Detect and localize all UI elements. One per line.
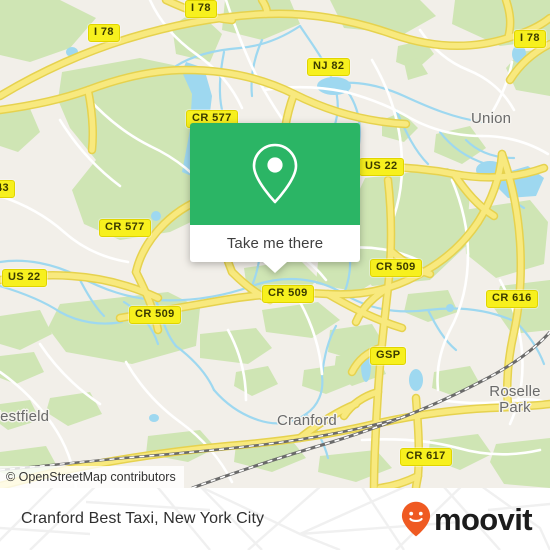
route-shield-i-78-left[interactable]: I 78 bbox=[88, 24, 120, 42]
route-shield-us-22-left[interactable]: US 22 bbox=[2, 269, 47, 287]
moovit-pin-smiley-icon bbox=[401, 501, 431, 537]
route-shield-i-78-top[interactable]: I 78 bbox=[185, 0, 217, 18]
route-shield-i-78-right[interactable]: I 78 bbox=[514, 30, 546, 48]
popup-card-header bbox=[190, 123, 360, 225]
map-popup-card[interactable]: Take me there bbox=[190, 123, 360, 273]
map-canvas[interactable]: Union Westfield Cranford Roselle Park I … bbox=[0, 0, 550, 488]
moovit-map-page: Union Westfield Cranford Roselle Park I … bbox=[0, 0, 550, 550]
route-shield-cr-509-left[interactable]: CR 509 bbox=[129, 306, 181, 324]
footer-bar: Cranford Best Taxi, New York City moovit bbox=[0, 488, 550, 550]
moovit-brand[interactable]: moovit bbox=[401, 501, 533, 537]
route-shield-cr-509-mid[interactable]: CR 509 bbox=[262, 285, 314, 303]
take-me-there-button[interactable]: Take me there bbox=[190, 225, 360, 273]
route-shield-cr-577-left[interactable]: CR 577 bbox=[99, 219, 151, 237]
moovit-wordmark: moovit bbox=[433, 501, 533, 537]
route-shield-cr-43-left[interactable]: 43 bbox=[0, 180, 16, 198]
route-shield-cr-509-right[interactable]: CR 509 bbox=[370, 259, 422, 277]
osm-attribution-text: © OpenStreetMap contributors bbox=[6, 470, 176, 484]
map-pin-icon bbox=[252, 143, 298, 204]
osm-attribution[interactable]: © OpenStreetMap contributors bbox=[0, 466, 184, 488]
take-me-there-label: Take me there bbox=[226, 235, 324, 252]
route-shield-cr-617[interactable]: CR 617 bbox=[400, 448, 452, 466]
route-shield-nj-82[interactable]: NJ 82 bbox=[307, 58, 351, 76]
route-shield-cr-616[interactable]: CR 616 bbox=[486, 290, 538, 308]
page-title: Cranford Best Taxi, New York City bbox=[21, 510, 265, 527]
route-shield-gsp[interactable]: GSP bbox=[370, 347, 407, 365]
route-shield-us-22-right[interactable]: US 22 bbox=[359, 158, 404, 176]
popup-pointer-tail bbox=[263, 262, 287, 273]
